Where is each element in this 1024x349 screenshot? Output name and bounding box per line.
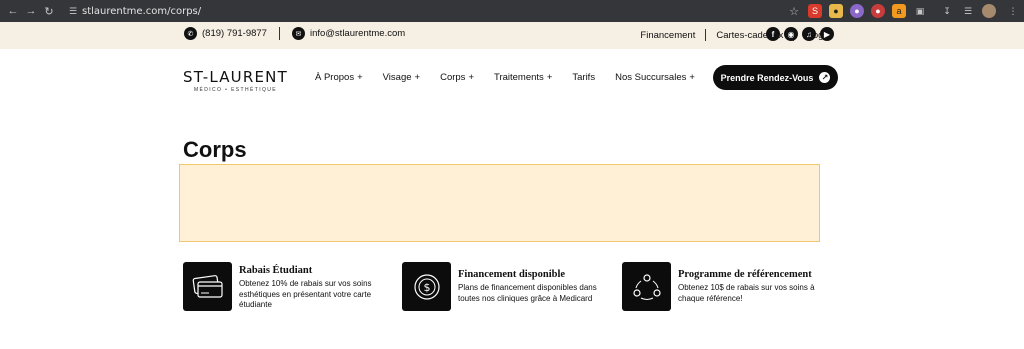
phone-icon: ✆ [184, 27, 197, 40]
cta-label: Prendre Rendez-Vous [720, 72, 814, 83]
phone-link[interactable]: (819) 791-9877 [202, 28, 267, 39]
instagram-icon[interactable]: ◉ [784, 27, 798, 41]
content-placeholder-panel [179, 164, 820, 242]
extension-red-icon[interactable]: S [808, 4, 822, 18]
arrow-up-right-icon: ↗ [819, 72, 831, 83]
contact-info: ✆ (819) 791-9877 ✉ info@stlaurentme.com [184, 27, 405, 40]
plus-icon: + [414, 72, 421, 83]
mail-icon: ✉ [291, 27, 305, 40]
feature-student-discount: Rabais Étudiant Obtenez 10% de rabais su… [183, 262, 399, 311]
referral-icon [622, 262, 671, 311]
nav-item-traitements[interactable]: Traitements + [494, 72, 552, 83]
logo-name: ST-LAURENT [183, 68, 288, 86]
feature-description: Plans de financement disponibles dans to… [458, 283, 597, 303]
feature-referral: Programme de référencement Obtenez 10$ d… [622, 262, 838, 311]
cards-icon [183, 262, 232, 311]
feature-description: Obtenez 10$ de rabais sur vos soins à ch… [678, 283, 815, 303]
page-title: Corps [183, 137, 247, 162]
email-link[interactable]: info@stlaurentme.com [310, 28, 405, 39]
plus-icon: + [689, 72, 695, 83]
feature-financing: $ Financement disponible Plans de financ… [402, 262, 618, 311]
bookmark-star-icon[interactable]: ☆ [787, 4, 801, 18]
nav-item-nos-succursales[interactable]: Nos Succursales + [615, 72, 695, 83]
top-contact-bar: ✆ (819) 791-9877 ✉ info@stlaurentme.com … [0, 22, 1024, 49]
profile-avatar-icon[interactable] [982, 4, 996, 18]
svg-text:$: $ [423, 281, 430, 294]
extension-amazon-icon[interactable]: a [892, 4, 906, 18]
nav-item-visage[interactable]: Visage + [383, 72, 420, 83]
plus-icon: + [357, 72, 363, 83]
youtube-icon[interactable]: ▶ [820, 27, 834, 41]
extension-drop-icon[interactable]: ● [871, 4, 885, 18]
nav-item-corps[interactable]: Corps + [440, 72, 474, 83]
forward-icon[interactable]: → [22, 2, 40, 20]
extension-yellow-icon[interactable]: ● [829, 4, 843, 18]
book-appointment-button[interactable]: Prendre Rendez-Vous ↗ [713, 65, 838, 90]
financement-link[interactable]: Financement [640, 30, 695, 41]
logo-subtitle: MÉDICO • ESTHÉTIQUE [193, 87, 278, 93]
nav-item-a-propos[interactable]: À Propos + [315, 72, 363, 83]
site-info-icon[interactable]: ☰ [66, 4, 80, 18]
feature-title: Programme de référencement [678, 269, 812, 280]
plus-icon: + [546, 72, 553, 83]
tiktok-icon[interactable]: ♫ [802, 27, 816, 41]
main-navigation: À Propos + Visage + Corps + Traitements + Ta… [315, 72, 715, 83]
feature-description: Obtenez 10% de rabais sur vos soins esth… [239, 279, 372, 309]
feature-title: Financement disponible [458, 269, 566, 280]
browser-toolbar: ← → ↻ ☰ stlaurentme.com/corps/ ☆ S ● ● ●… [0, 0, 1024, 22]
feature-title: Rabais Étudiant [239, 265, 313, 276]
site-logo[interactable]: ST-LAURENT MÉDICO • ESTHÉTIQUE [183, 68, 288, 93]
social-links: f ◉ ♫ ▶ [766, 27, 838, 41]
divider [705, 29, 707, 41]
divider [278, 27, 280, 40]
dollar-coin-icon: $ [402, 262, 451, 311]
nav-item-tarifs[interactable]: Tarifs [572, 72, 595, 83]
reload-icon[interactable]: ↻ [40, 2, 58, 20]
extension-purple-icon[interactable]: ● [850, 4, 864, 18]
download-icon[interactable]: ↧ [940, 4, 954, 18]
media-icon[interactable]: ☰ [961, 4, 975, 18]
back-icon[interactable]: ← [4, 2, 22, 20]
puzzle-icon[interactable]: ▣ [913, 4, 927, 18]
address-bar[interactable]: stlaurentme.com/corps/ [82, 6, 201, 17]
plus-icon: + [468, 72, 474, 83]
facebook-icon[interactable]: f [766, 27, 780, 41]
menu-dots-icon[interactable]: ⋮ [1006, 4, 1020, 18]
